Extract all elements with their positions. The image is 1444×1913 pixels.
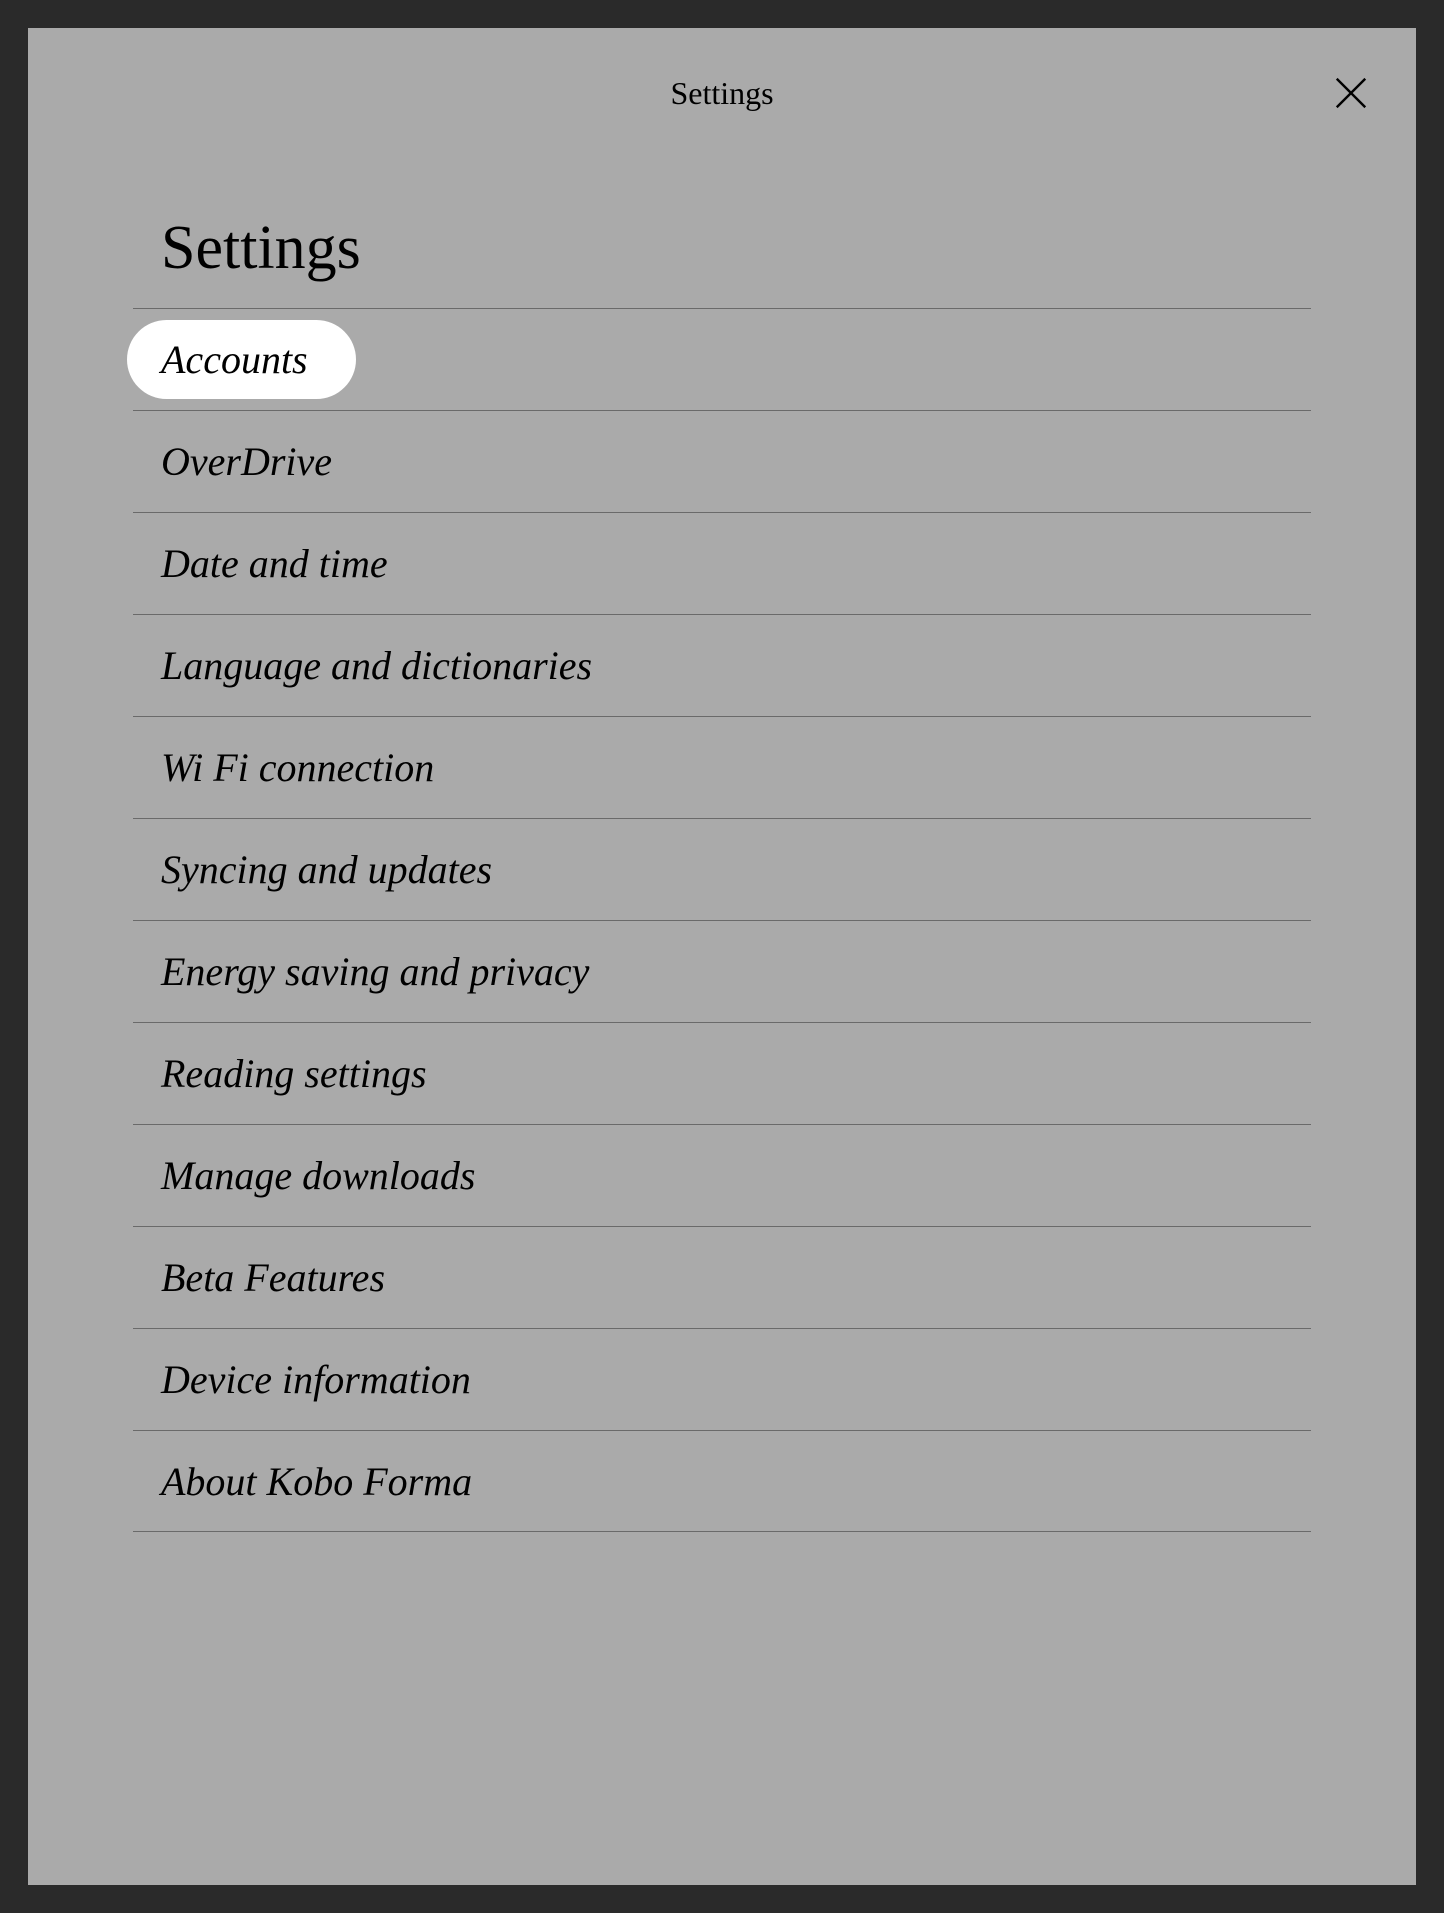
menu-item-label: Language and dictionaries <box>133 642 592 689</box>
menu-item-wifi[interactable]: Wi Fi connection <box>133 716 1311 818</box>
page-title: Settings <box>133 213 1311 284</box>
menu-item-label: Manage downloads <box>133 1152 475 1199</box>
menu-item-label: Wi Fi connection <box>133 744 434 791</box>
menu-item-overdrive[interactable]: OverDrive <box>133 410 1311 512</box>
menu-item-date-time[interactable]: Date and time <box>133 512 1311 614</box>
menu-item-label: Energy saving and privacy <box>133 948 589 995</box>
menu-item-about[interactable]: About Kobo Forma <box>133 1430 1311 1532</box>
menu-item-energy-privacy[interactable]: Energy saving and privacy <box>133 920 1311 1022</box>
menu-item-label: Reading settings <box>133 1050 427 1097</box>
close-icon <box>1332 74 1370 112</box>
top-bar: Settings <box>28 28 1416 158</box>
menu-item-label: Device information <box>133 1356 471 1403</box>
content-area: Settings Accounts OverDrive Date and tim… <box>28 158 1416 1532</box>
menu-item-device-information[interactable]: Device information <box>133 1328 1311 1430</box>
menu-item-label: About Kobo Forma <box>133 1458 472 1505</box>
menu-item-label: Accounts <box>127 320 356 399</box>
menu-item-beta-features[interactable]: Beta Features <box>133 1226 1311 1328</box>
menu-item-label: Syncing and updates <box>133 846 492 893</box>
menu-item-reading-settings[interactable]: Reading settings <box>133 1022 1311 1124</box>
menu-item-label: OverDrive <box>133 438 332 485</box>
settings-screen: Settings Settings Accounts OverDrive Dat… <box>28 28 1416 1885</box>
menu-item-accounts[interactable]: Accounts <box>133 308 1311 410</box>
menu-item-language-dictionaries[interactable]: Language and dictionaries <box>133 614 1311 716</box>
menu-item-label: Date and time <box>133 540 388 587</box>
menu-item-manage-downloads[interactable]: Manage downloads <box>133 1124 1311 1226</box>
menu-item-syncing-updates[interactable]: Syncing and updates <box>133 818 1311 920</box>
menu-item-label: Beta Features <box>133 1254 385 1301</box>
close-button[interactable] <box>1331 73 1371 113</box>
top-bar-title: Settings <box>670 75 773 112</box>
settings-menu-list: Accounts OverDrive Date and time Languag… <box>133 308 1311 1532</box>
